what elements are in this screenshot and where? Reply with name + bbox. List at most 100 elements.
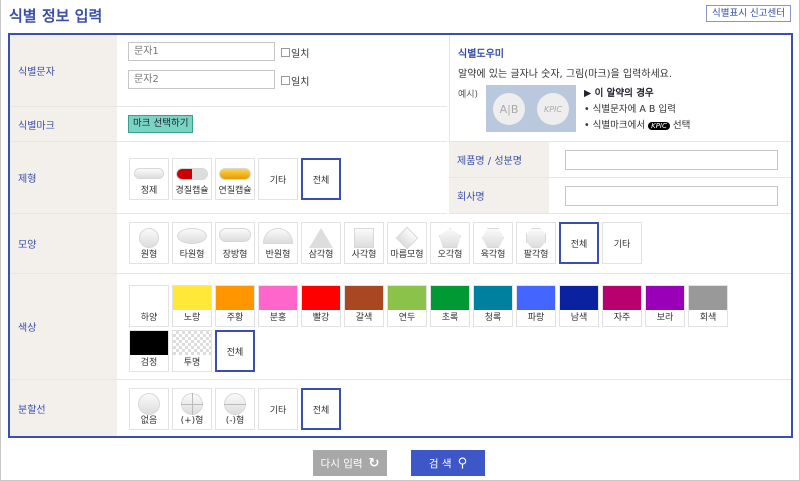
bullet-text: • 식별문자에 A B 입력	[584, 102, 690, 118]
help-desc: 알약에 있는 글자나 숫자, 그림(마크)을 입력하세요.	[458, 65, 791, 80]
color-option-13[interactable]: 회색	[688, 285, 728, 327]
bullet-mark: • 식별마크에서 KPIC 선택	[584, 118, 690, 134]
tile-label: 투명	[184, 355, 201, 368]
tile-label: 전체	[571, 237, 588, 250]
color-option-10[interactable]: 남색	[559, 285, 599, 327]
shape-option-10[interactable]: 전체	[559, 222, 599, 264]
shape-icon	[526, 228, 546, 248]
color-swatch	[216, 286, 254, 310]
tile-label: 하양	[141, 310, 158, 323]
tile-label: (-)형	[226, 413, 245, 426]
shape-option-2[interactable]: 장방형	[215, 222, 255, 264]
form-option-1[interactable]: 경질캡슐	[172, 158, 212, 200]
color-option-11[interactable]: 자주	[602, 285, 642, 327]
text1-input[interactable]	[128, 42, 275, 61]
shape-option-8[interactable]: 육각형	[473, 222, 513, 264]
shape-option-11[interactable]: 기타	[602, 222, 642, 264]
shape-icon	[139, 228, 159, 248]
shape-option-1[interactable]: 타원형	[172, 222, 212, 264]
search-button[interactable]: 검 색 ⚲	[411, 450, 485, 476]
tile-label: 사각형	[352, 247, 377, 260]
shape-icon	[396, 227, 419, 250]
tile-label: 주황	[227, 310, 244, 323]
row-product	[549, 142, 791, 178]
shape-option-5[interactable]: 사각형	[344, 222, 384, 264]
shape-option-7[interactable]: 오각형	[430, 222, 470, 264]
color-option-14[interactable]: 검정	[129, 330, 169, 372]
color-option-15[interactable]: 투명	[172, 330, 212, 372]
color-option-5[interactable]: 갈색	[344, 285, 384, 327]
search-icon: ⚲	[458, 456, 468, 471]
color-option-7[interactable]: 초록	[430, 285, 470, 327]
shape-icon	[263, 228, 293, 244]
color-option-6[interactable]: 연두	[387, 285, 427, 327]
color-option-16[interactable]: 전체	[215, 330, 255, 372]
color-option-8[interactable]: 청록	[473, 285, 513, 327]
color-swatch	[431, 286, 469, 310]
match-label: 일치	[291, 45, 309, 60]
shape-option-0[interactable]: 원형	[129, 222, 169, 264]
search-label: 검 색	[429, 456, 452, 471]
color-swatch	[517, 286, 555, 310]
color-swatch	[130, 331, 168, 355]
text1-match-checkbox[interactable]: 일치	[281, 45, 309, 60]
form-option-3[interactable]: 기타	[258, 158, 298, 200]
pill-ab: A|B	[493, 93, 525, 125]
example-pill-image: A|B KPIC	[486, 85, 576, 132]
line-option-1[interactable]: (+)형	[172, 388, 212, 430]
tile-label: 갈색	[356, 310, 373, 323]
tile-label: 마름모형	[390, 247, 423, 260]
color-option-1[interactable]: 노랑	[172, 285, 212, 327]
color-swatch	[345, 286, 383, 310]
shape-icon	[439, 228, 461, 248]
split-line-icon	[138, 393, 160, 415]
color-option-0[interactable]: 하양	[129, 285, 169, 327]
text2-match-checkbox[interactable]: 일치	[281, 73, 309, 88]
line-option-3[interactable]: 기타	[258, 388, 298, 430]
shape-option-3[interactable]: 반원형	[258, 222, 298, 264]
tablet-icon	[134, 168, 164, 179]
tile-label: 팔각형	[524, 247, 549, 260]
tile-label: 육각형	[481, 247, 506, 260]
row-form: 정제경질캡슐 연질캡슐기타전체	[117, 142, 447, 214]
shape-option-6[interactable]: 마름모형	[387, 222, 427, 264]
form-option-2[interactable]: 연질캡슐	[215, 158, 255, 200]
hard-capsule-icon	[176, 168, 208, 180]
report-center-link[interactable]: 식별표시 신고센터	[706, 5, 791, 22]
tile-label: 연두	[399, 310, 416, 323]
color-option-12[interactable]: 보라	[645, 285, 685, 327]
example-explanation: ▶ 이 알약의 경우 • 식별문자에 A B 입력 • 식별마크에서 KPIC …	[584, 86, 690, 134]
line-option-4[interactable]: 전체	[301, 388, 341, 430]
row-mark: 마크 선택하기	[117, 107, 447, 142]
mark-select-button[interactable]: 마크 선택하기	[128, 115, 193, 133]
line-option-2[interactable]: (-)형	[215, 388, 255, 430]
tile-label: 경질캡슐	[175, 183, 208, 196]
tile-label: 반원형	[266, 247, 291, 260]
color-option-3[interactable]: 분홍	[258, 285, 298, 327]
line-option-0[interactable]: 없음	[129, 388, 169, 430]
color-option-2[interactable]: 주황	[215, 285, 255, 327]
tile-label: 검정	[141, 355, 158, 368]
shape-option-9[interactable]: 팔각형	[516, 222, 556, 264]
shape-icon	[482, 228, 504, 248]
shape-icon	[177, 228, 207, 244]
color-option-4[interactable]: 빨강	[301, 285, 341, 327]
pill-kpic: KPIC	[537, 93, 569, 125]
checkbox-icon[interactable]	[281, 76, 290, 85]
case-title: ▶ 이 알약의 경우	[584, 86, 690, 102]
tile-label: 전체	[227, 345, 244, 358]
label-product: 제품명 / 성분명	[449, 142, 549, 178]
color-option-9[interactable]: 파랑	[516, 285, 556, 327]
bullet-mark-text: • 식별마크에서	[584, 120, 645, 131]
text2-input[interactable]	[128, 70, 275, 89]
color-swatch	[603, 286, 641, 310]
tile-label: 타원형	[180, 247, 205, 260]
reset-button[interactable]: 다시 입력↻	[313, 450, 387, 476]
shape-option-4[interactable]: 삼각형	[301, 222, 341, 264]
page-title: 식별 정보 입력	[9, 5, 102, 26]
tile-label: 빨강	[313, 310, 330, 323]
checkbox-icon[interactable]	[281, 48, 290, 57]
color-swatch	[560, 286, 598, 310]
form-option-4[interactable]: 전체	[301, 158, 341, 200]
form-option-0[interactable]: 정제	[129, 158, 169, 200]
